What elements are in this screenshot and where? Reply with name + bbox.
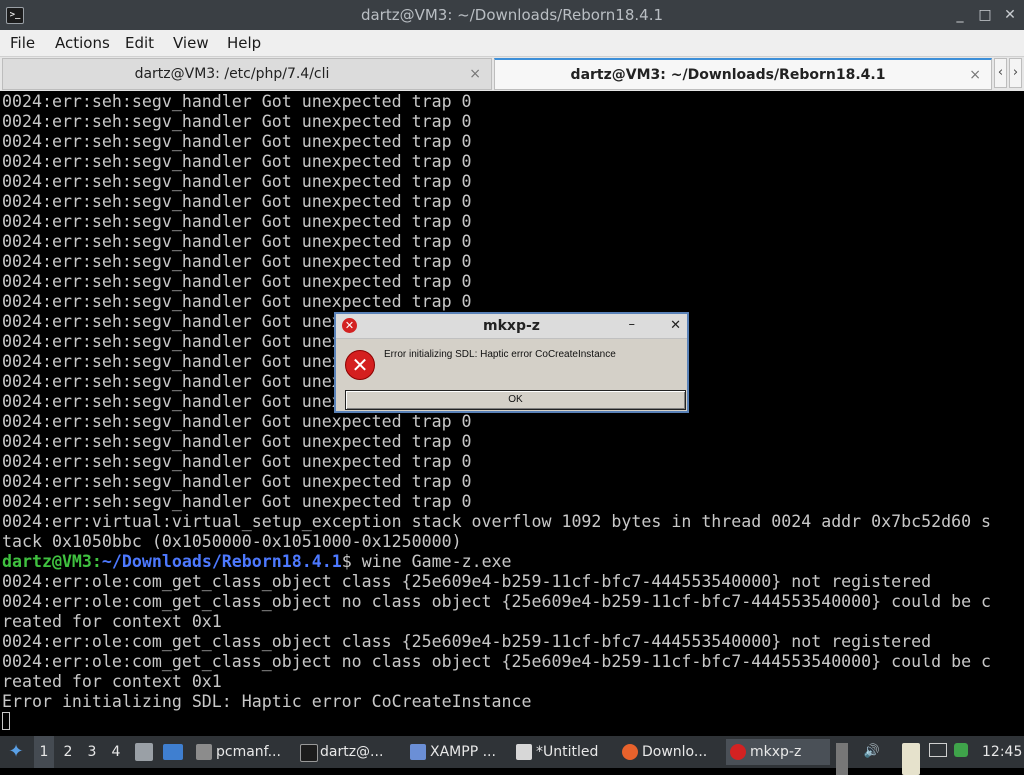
notes-icon[interactable]	[902, 743, 920, 775]
terminal-output[interactable]: 0024:err:seh:segv_handler Got unexpected…	[0, 92, 1024, 736]
terminal-line: 0024:err:seh:segv_handler Got unexpected…	[2, 172, 472, 191]
task-label: XAMPP ...	[430, 744, 496, 760]
task-pcmanfm[interactable]: pcmanf...	[192, 739, 292, 765]
maximize-button[interactable]: □	[975, 5, 995, 25]
terminal-line: 0024:err:ole:com_get_class_object no cla…	[2, 592, 992, 611]
tab-scroll-right-icon[interactable]: ›	[1009, 58, 1022, 88]
terminal-line: 0024:err:ole:com_get_class_object class …	[2, 572, 932, 591]
prompt-path: ~/Downloads/Reborn18.4.1	[101, 552, 342, 571]
minimize-button[interactable]: _	[950, 5, 970, 25]
terminal-line: 0024:err:seh:segv_handler Got unexpected…	[2, 132, 472, 151]
terminal-line: 0024:err:seh:segv_handler Got unexpected…	[2, 192, 472, 211]
terminal-line: Error initializing SDL: Haptic error CoC…	[2, 692, 532, 711]
command-text: wine Game-z.exe	[361, 552, 512, 571]
tab-close-icon[interactable]: ×	[969, 60, 981, 90]
tab-label: dartz@VM3: /etc/php/7.4/cli	[134, 66, 330, 82]
clock: 12:45	[982, 744, 1023, 760]
menubar: File Actions Edit View Help	[0, 30, 1024, 57]
workspace-4[interactable]: 4	[106, 736, 126, 768]
terminal-line: reated for context 0x1	[2, 612, 222, 631]
menu-actions[interactable]: Actions	[55, 30, 110, 56]
file-manager-launcher-icon[interactable]	[135, 743, 153, 761]
network-icon[interactable]	[929, 743, 947, 757]
prompt-user: dartz@VM3	[2, 552, 92, 571]
firefox-icon	[622, 744, 638, 760]
tab-php-cli[interactable]: dartz@VM3: /etc/php/7.4/cli ×	[2, 58, 492, 90]
terminal-line: 0024:err:seh:segv_handler Got unexpected…	[2, 232, 472, 251]
terminal-line: 0024:err:seh:segv_handler Got unexpected…	[2, 212, 472, 231]
cursor-line	[2, 712, 1024, 732]
tab-bar: dartz@VM3: /etc/php/7.4/cli × dartz@VM3:…	[0, 57, 1024, 91]
task-untitled[interactable]: *Untitled	[512, 739, 612, 765]
terminal-line: 0024:err:seh:segv_handler Got unexpected…	[2, 452, 472, 471]
menu-view[interactable]: View	[173, 30, 209, 56]
task-label: Downlo...	[642, 744, 708, 760]
error-dialog: ✕ mkxp-z – ✕ ✕ Error initializing SDL: H…	[334, 312, 689, 413]
terminal-line: 0024:err:seh:segv_handler Got unexpected…	[2, 492, 472, 511]
terminal-line: tack 0x1050bbc (0x1050000-0x1051000-0x12…	[2, 532, 462, 551]
volume-icon[interactable]: 🔊	[863, 743, 881, 775]
error-icon: ✕	[345, 350, 375, 380]
workspace-1[interactable]: 1	[34, 736, 54, 768]
tab-close-icon[interactable]: ×	[469, 59, 481, 89]
window-title: dartz@VM3: ~/Downloads/Reborn18.4.1	[360, 6, 664, 24]
terminal-line: 0024:err:seh:segv_handler Got unexpected…	[2, 292, 472, 311]
task-firefox[interactable]: Downlo...	[618, 739, 722, 765]
dialog-close-button[interactable]: ✕	[670, 314, 681, 338]
start-menu-icon[interactable]: ✦	[5, 736, 27, 768]
task-label: pcmanf...	[216, 744, 281, 760]
text-editor-icon	[516, 744, 532, 760]
ok-button[interactable]: OK	[345, 390, 686, 410]
terminal-line: 0024:err:ole:com_get_class_object no cla…	[2, 652, 992, 671]
clipboard-icon[interactable]	[836, 743, 848, 775]
terminal-line: 0024:err:seh:segv_handler Got unexpected…	[2, 92, 472, 111]
terminal-icon	[300, 744, 318, 762]
taskbar: ✦ 1 2 3 4 pcmanf... dartz@... XAMPP ... …	[0, 736, 1024, 775]
terminal-line: 0024:err:virtual:virtual_setup_exception…	[2, 512, 992, 531]
error-icon	[730, 744, 746, 760]
text-cursor	[2, 712, 10, 730]
window-icon	[410, 744, 426, 760]
task-label: *Untitled	[536, 744, 599, 760]
window-titlebar: >_ dartz@VM3: ~/Downloads/Reborn18.4.1 _…	[0, 0, 1024, 30]
terminal-line: 0024:err:seh:segv_handler Got unexpected…	[2, 272, 472, 291]
menu-help[interactable]: Help	[227, 30, 261, 56]
menu-edit[interactable]: Edit	[125, 30, 154, 56]
dialog-minimize-button[interactable]: –	[629, 314, 636, 336]
tab-scroll-left-icon[interactable]: ‹	[994, 58, 1007, 88]
task-label: mkxp-z	[750, 744, 802, 760]
task-terminal[interactable]: dartz@...	[296, 739, 396, 765]
dialog-titlebar: ✕ mkxp-z – ✕	[336, 314, 687, 339]
close-button[interactable]: ✕	[1000, 5, 1020, 25]
task-mkxp-z[interactable]: mkxp-z	[726, 739, 830, 765]
dialog-message: Error initializing SDL: Haptic error CoC…	[384, 349, 616, 360]
task-label: dartz@...	[320, 744, 384, 760]
task-xampp[interactable]: XAMPP ...	[406, 739, 506, 765]
prompt-separator: :	[91, 552, 102, 571]
workspace-3[interactable]: 3	[82, 736, 102, 768]
terminal-line: 0024:err:seh:segv_handler Got unexpected…	[2, 472, 472, 491]
terminal-line: 0024:err:seh:segv_handler Got unexpected…	[2, 112, 472, 131]
terminal-line: reated for context 0x1	[2, 672, 222, 691]
terminal-line: 0024:err:seh:segv_handler Got unexpected…	[2, 432, 472, 451]
file-manager-icon	[196, 744, 212, 760]
terminal-line: 0024:err:seh:segv_handler Got unexpected…	[2, 152, 472, 171]
terminal-line: 0024:err:seh:segv_handler Got unexpected…	[2, 252, 472, 271]
prompt-line: dartz@VM3:~/Downloads/Reborn18.4.1$ wine…	[2, 552, 1024, 572]
tab-label: dartz@VM3: ~/Downloads/Reborn18.4.1	[570, 67, 886, 83]
tab-reborn[interactable]: dartz@VM3: ~/Downloads/Reborn18.4.1 ×	[494, 58, 992, 90]
terminal-line: 0024:err:seh:segv_handler Got unexpected…	[2, 412, 472, 431]
terminal-line: 0024:err:ole:com_get_class_object class …	[2, 632, 932, 651]
prompt-symbol: $	[341, 552, 362, 571]
menu-file[interactable]: File	[10, 30, 35, 56]
workspace-2[interactable]: 2	[58, 736, 78, 768]
update-icon[interactable]	[954, 743, 968, 757]
show-desktop-icon[interactable]	[163, 744, 183, 760]
